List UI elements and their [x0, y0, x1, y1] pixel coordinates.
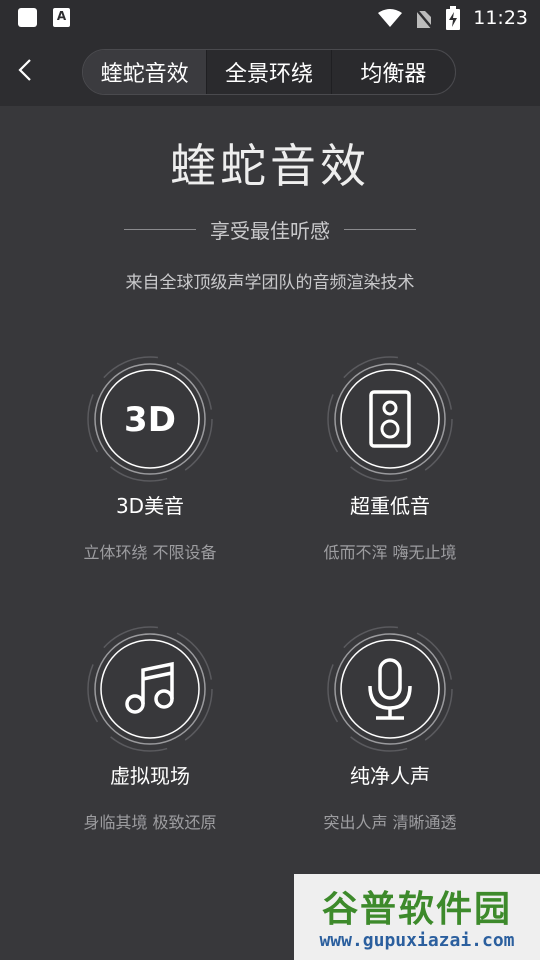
- page-title: 蝰蛇音效: [170, 139, 370, 193]
- speaker-icon: [327, 356, 453, 482]
- watermark: 谷普软件园 www.gupuxiazai.com: [294, 874, 540, 960]
- tab-bar: 蝰蛇音效 全景环绕 均衡器: [82, 49, 456, 95]
- divider-left: [124, 228, 196, 230]
- feature-subtitle: 低而不浑 嗨无止境: [323, 543, 457, 562]
- top-bar: 蝰蛇音效 全景环绕 均衡器: [0, 36, 540, 106]
- microphone-icon: [327, 626, 453, 752]
- feature-subtitle: 立体环绕 不限设备: [83, 543, 217, 562]
- svg-text:3D: 3D: [124, 400, 176, 440]
- music-note-icon: [87, 626, 213, 752]
- tab-viper-sound[interactable]: 蝰蛇音效: [83, 50, 208, 94]
- clock: 11:23: [473, 7, 528, 29]
- feature-bass[interactable]: 超重低音 低而不浑 嗨无止境: [270, 354, 510, 563]
- feature-subtitle: 突出人声 清晰通透: [323, 813, 457, 832]
- page-subtitle: 享受最佳听感: [210, 218, 330, 243]
- notification-a-icon: A: [53, 8, 70, 27]
- notification-square-icon: [18, 8, 37, 27]
- tab-equalizer[interactable]: 均衡器: [332, 50, 455, 94]
- no-sim-icon: [415, 8, 434, 29]
- chevron-left-icon: [18, 59, 31, 81]
- feature-subtitle: 身临其境 极致还原: [83, 813, 217, 832]
- battery-charging-icon: [446, 6, 461, 30]
- status-bar: A 11:23: [0, 0, 540, 36]
- feature-live[interactable]: 虚拟现场 身临其境 极致还原: [30, 624, 270, 833]
- feature-title: 虚拟现场: [110, 764, 190, 788]
- tab-surround[interactable]: 全景环绕: [207, 50, 332, 94]
- feature-title: 3D美音: [115, 494, 185, 518]
- feature-3d[interactable]: 3D 3D美音 立体环绕 不限设备: [30, 354, 270, 563]
- feature-vocal[interactable]: 纯净人声 突出人声 清晰通透: [270, 624, 510, 833]
- feature-title: 超重低音: [350, 494, 430, 518]
- watermark-url: www.gupuxiazai.com: [319, 930, 515, 951]
- subtitle-row: 享受最佳听感: [0, 214, 540, 244]
- back-button[interactable]: [10, 54, 42, 86]
- watermark-title: 谷普软件园: [321, 889, 512, 930]
- 3d-icon: 3D: [87, 356, 213, 482]
- wifi-icon: [378, 9, 403, 27]
- divider-right: [344, 228, 416, 230]
- page-description: 来自全球顶级声学团队的音频渲染技术: [125, 273, 415, 293]
- feature-title: 纯净人声: [350, 764, 430, 788]
